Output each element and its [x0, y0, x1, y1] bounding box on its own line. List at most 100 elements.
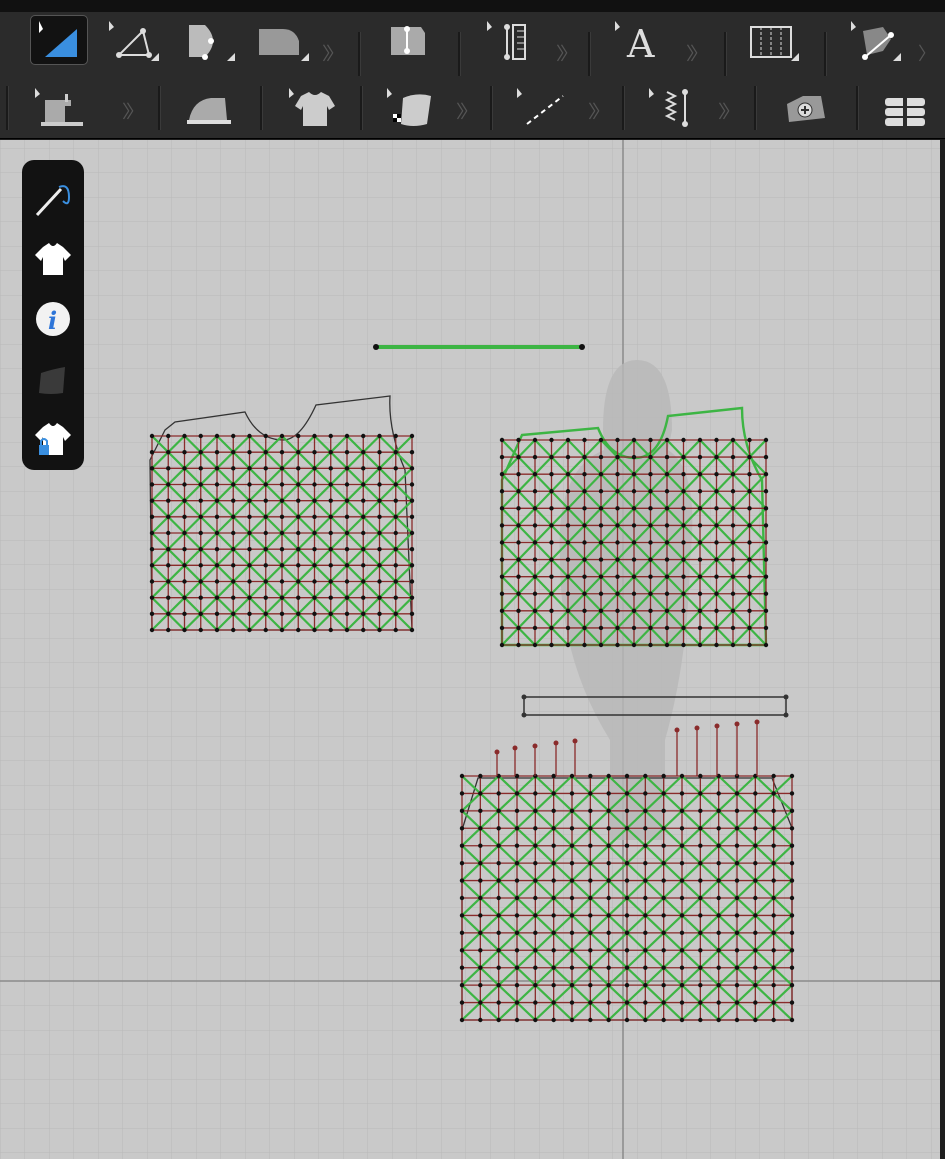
edit-pattern-tool[interactable]: [30, 15, 88, 65]
polygon-tool[interactable]: [254, 15, 312, 65]
mesh-vertex: [393, 514, 398, 520]
mesh-vertex: [551, 948, 556, 953]
elastic-tool[interactable]: [644, 82, 702, 132]
strand-tip: [532, 743, 538, 749]
mesh-vertex: [763, 506, 769, 511]
toolbar-divider: [588, 32, 591, 76]
sewing-needle-button[interactable]: [32, 178, 74, 220]
stack-tool[interactable]: [876, 82, 934, 132]
more-tools-chevron-icon[interactable]: 〉〉: [556, 40, 578, 66]
info-button[interactable]: i: [32, 298, 74, 340]
more-tools-chevron-icon[interactable]: 〉〉: [588, 98, 610, 124]
needle-thread-icon: [35, 185, 71, 217]
mesh-vertex: [478, 982, 483, 988]
mesh-vertex: [747, 489, 752, 494]
add-pattern-tool[interactable]: [776, 82, 834, 132]
more-tools-chevron-icon[interactable]: 〉〉: [122, 98, 144, 124]
more-tools-chevron-icon[interactable]: 〉〉: [718, 98, 740, 124]
mesh-vertex: [734, 1017, 740, 1023]
steam-tool[interactable]: [180, 82, 238, 132]
transform-pattern-tool[interactable]: [104, 15, 162, 65]
more-tools-chevron-icon[interactable]: 〉〉: [456, 98, 478, 124]
mesh-vertex: [697, 591, 703, 596]
mesh-vertex: [344, 546, 350, 552]
dashed-line-icon: [517, 88, 564, 125]
mesh-vertex: [149, 595, 155, 600]
mesh-vertex: [328, 449, 333, 455]
mesh-vertex: [532, 540, 538, 545]
mesh-vertex: [296, 514, 301, 520]
skirt-piece[interactable]: [459, 773, 795, 1023]
mesh-vertex: [409, 530, 415, 536]
mesh-vertex: [516, 625, 521, 631]
mesh-vertex: [514, 948, 520, 953]
mesh-vertex: [344, 466, 350, 471]
mesh-vertex: [753, 808, 758, 814]
mesh-vertex: [514, 826, 520, 831]
more-tools-chevron-icon[interactable]: 〉: [918, 40, 936, 66]
sewing-tool[interactable]: [30, 82, 88, 132]
mesh-vertex: [393, 595, 398, 600]
pattern-2d-viewport[interactable]: [0, 140, 940, 1159]
fabric-tool[interactable]: [382, 82, 440, 132]
mesh-vertex: [661, 1017, 666, 1023]
mesh-vertex: [606, 965, 611, 970]
mesh-vertex: [598, 454, 604, 460]
mesh-vertex: [643, 773, 648, 779]
ruler-tool[interactable]: [482, 15, 540, 65]
mesh-vertex: [247, 579, 252, 584]
mesh-vertex: [344, 627, 350, 633]
mesh-vertex: [549, 506, 554, 511]
mesh-vertex: [516, 437, 521, 443]
edit-curvature-tool[interactable]: [180, 15, 238, 65]
mesh-vertex: [697, 454, 703, 460]
mesh-vertex: [377, 546, 382, 552]
mesh-vertex: [533, 826, 538, 831]
topstitch-tool[interactable]: [512, 82, 570, 132]
mesh-vertex: [166, 466, 171, 471]
mesh-vertex: [478, 773, 483, 779]
mesh-vertex: [393, 563, 398, 568]
back-bodice-piece[interactable]: [499, 437, 769, 648]
mesh-vertex: [328, 595, 333, 600]
mesh-vertex: [514, 808, 520, 814]
mesh-vertex: [615, 540, 620, 545]
grading-lines-icon: [750, 26, 799, 61]
lock-garment-button[interactable]: [32, 418, 74, 460]
mesh-vertex: [771, 948, 776, 953]
mesh-vertex: [789, 826, 795, 831]
pattern-mesh-layer[interactable]: [0, 140, 940, 1159]
more-tools-chevron-icon[interactable]: 〉〉: [322, 40, 344, 66]
mesh-vertex: [478, 843, 483, 848]
grading-tool[interactable]: [744, 15, 802, 65]
fold-tool[interactable]: [846, 15, 904, 65]
mesh-vertex: [533, 965, 538, 970]
mesh-vertex: [549, 489, 554, 494]
mesh-vertex: [716, 791, 721, 796]
mesh-vertex: [588, 860, 593, 866]
mesh-vertex: [328, 546, 333, 552]
mesh-vertex: [459, 982, 465, 988]
mesh-vertex: [582, 454, 587, 460]
mesh-vertex: [615, 591, 620, 596]
mesh-vertex: [615, 557, 620, 562]
mesh-vertex: [789, 930, 795, 936]
more-tools-chevron-icon[interactable]: 〉〉: [686, 40, 708, 66]
mesh-vertex: [478, 930, 483, 936]
show-garment-button[interactable]: [32, 238, 74, 280]
mesh-vertex: [344, 611, 350, 617]
mesh-vertex: [499, 591, 505, 596]
mesh-vertex: [149, 498, 155, 503]
mesh-vertex: [198, 627, 203, 633]
toolbar-divider: [824, 32, 827, 76]
garment-tool[interactable]: [284, 82, 342, 132]
mesh-vertex: [182, 530, 187, 536]
fabric-swatch-button[interactable]: [32, 358, 74, 400]
internal-shape-tool[interactable]: [380, 15, 438, 65]
mesh-vertex: [730, 523, 736, 528]
front-bodice-piece[interactable]: [149, 433, 415, 633]
mesh-vertex: [499, 574, 505, 579]
text-tool[interactable]: A: [610, 15, 668, 65]
mesh-vertex: [753, 895, 758, 901]
mesh-vertex: [714, 437, 719, 443]
